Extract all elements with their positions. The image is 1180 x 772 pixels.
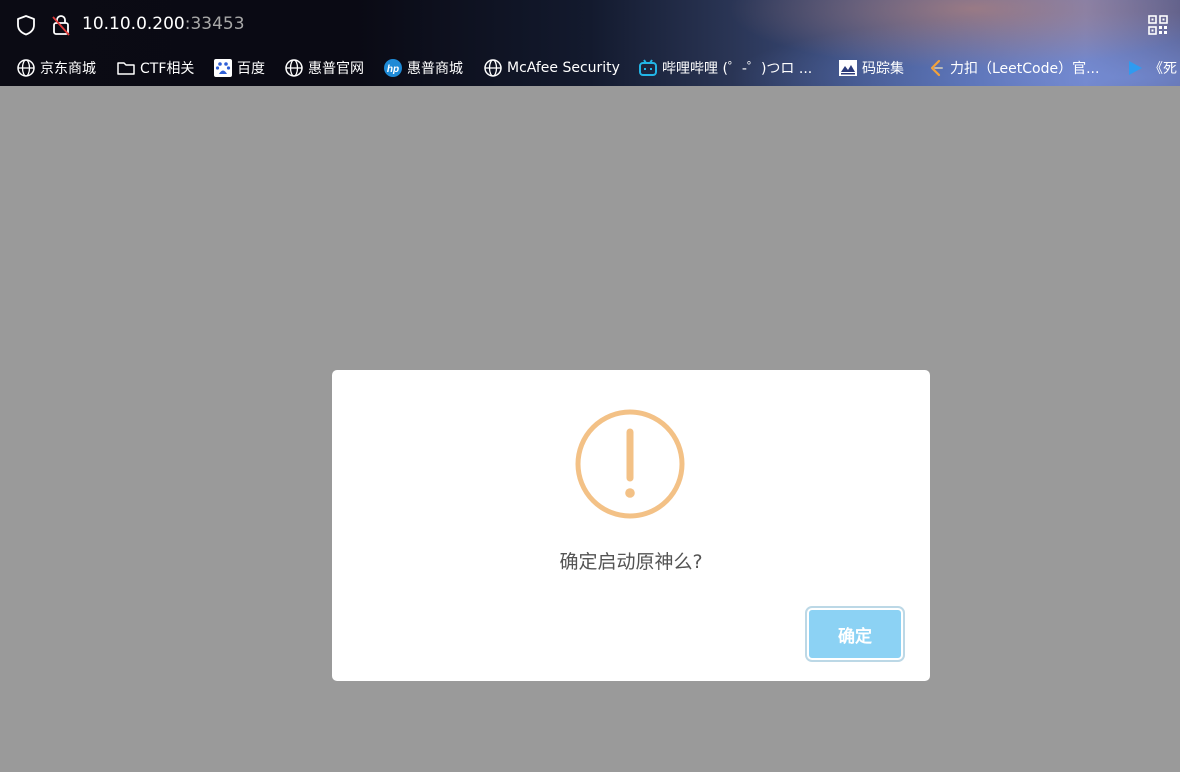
- bookmark-label: McAfee Security: [507, 60, 620, 76]
- bookmark-jd[interactable]: 京东商城: [16, 57, 96, 79]
- leetcode-icon: [930, 59, 943, 77]
- globe-icon: [17, 59, 35, 77]
- hp-icon: hp: [384, 59, 402, 77]
- bookmark-hp-store[interactable]: hp 惠普商城: [383, 57, 463, 79]
- url-port: :33453: [184, 14, 245, 34]
- bookmarks-bar: 京东商城 CTF相关 百度 惠普官网 hp 惠普商城 McAfee Securi…: [0, 52, 1180, 82]
- bookmark-label: 力扣（LeetCode）官...: [950, 61, 1100, 77]
- shield-icon[interactable]: [15, 14, 37, 36]
- url-host: 10.10.0.200: [82, 14, 185, 34]
- browser-chrome: 10.10.0.200:33453 京东商城 CTF相关 百度 惠普官网 hp …: [0, 0, 1180, 86]
- bookmark-site[interactable]: 码踪集: [838, 57, 904, 79]
- bookmark-label: 哔哩哔哩 (゜-゜)つロ ...: [662, 61, 813, 77]
- globe-icon: [484, 59, 502, 77]
- bookmark-label: 京东商城: [40, 61, 96, 77]
- bookmark-leetcode[interactable]: 力扣（LeetCode）官...: [926, 57, 1099, 79]
- bilibili-icon: [639, 59, 657, 76]
- bookmark-hp-official[interactable]: 惠普官网: [284, 57, 364, 79]
- address-bar[interactable]: 10.10.0.200:33453: [0, 0, 1180, 50]
- svg-text:hp: hp: [387, 64, 399, 75]
- bookmark-label: 惠普官网: [308, 61, 364, 77]
- bookmark-mcafee[interactable]: McAfee Security: [483, 57, 620, 79]
- bookmark-label: 码踪集: [862, 61, 904, 77]
- site-icon: [839, 60, 857, 76]
- warning-icon: [575, 409, 685, 519]
- bookmark-video[interactable]: 《死: [1125, 57, 1177, 79]
- globe-icon: [285, 59, 303, 77]
- bookmark-bilibili[interactable]: 哔哩哔哩 (゜-゜)つロ ...: [638, 57, 812, 79]
- dialog-message: 确定启动原神么?: [559, 551, 703, 573]
- bookmark-label: 百度: [237, 61, 265, 77]
- bookmark-label: 惠普商城: [407, 61, 463, 77]
- bookmark-label: CTF相关: [140, 61, 195, 77]
- confirm-dialog: 确定启动原神么? 确定: [332, 370, 930, 681]
- bookmark-ctf[interactable]: CTF相关: [116, 57, 194, 79]
- confirm-button[interactable]: 确定: [805, 606, 905, 662]
- baidu-icon: [214, 59, 232, 77]
- lock-icon[interactable]: [50, 13, 72, 37]
- bookmark-label: 《死: [1149, 61, 1177, 77]
- play-icon: [1129, 61, 1142, 75]
- folder-icon: [117, 62, 135, 75]
- url-text[interactable]: 10.10.0.200:33453: [82, 14, 245, 34]
- bookmark-baidu[interactable]: 百度: [213, 57, 265, 79]
- qr-code-icon[interactable]: [1148, 15, 1168, 35]
